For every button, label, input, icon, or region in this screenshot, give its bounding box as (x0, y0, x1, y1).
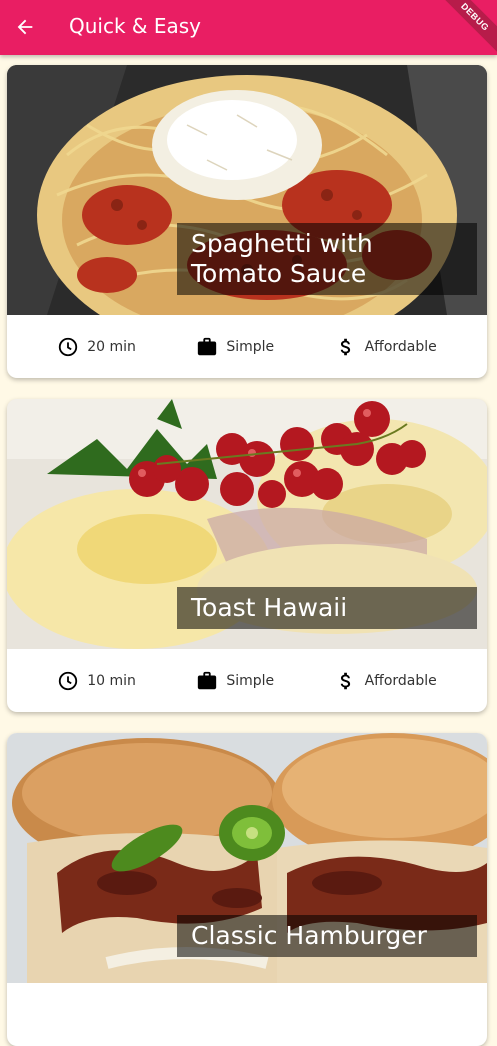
complexity-label: Simple (226, 672, 275, 689)
affordability-label: Affordable (364, 672, 437, 689)
affordability-info: Affordable (335, 336, 437, 358)
duration-label: 10 min (87, 672, 136, 689)
duration-label: 20 min (87, 338, 136, 355)
complexity-info: Simple (196, 336, 274, 358)
affordability-info: Affordable (335, 670, 437, 692)
meal-title: Toast Hawaii (177, 587, 477, 629)
meal-image-spaghetti: Spaghetti with Tomato Sauce (7, 65, 487, 315)
meal-card-toast-hawaii[interactable]: Toast Hawaii 10 min Simple Affordable (7, 399, 487, 712)
schedule-icon (59, 337, 78, 356)
attach-money-icon (340, 672, 350, 689)
back-button[interactable] (10, 12, 40, 42)
work-icon (198, 337, 217, 355)
debug-banner: DEBUG (437, 0, 497, 55)
arrow-back-icon (17, 19, 33, 35)
meal-image-toast-hawaii: Toast Hawaii (7, 399, 487, 649)
attach-money-icon (340, 338, 350, 355)
work-icon (198, 671, 217, 689)
meal-image-classic-hamburger: Classic Hamburger (7, 733, 487, 983)
meal-title: Spaghetti with Tomato Sauce (177, 223, 477, 295)
complexity-label: Simple (226, 338, 275, 355)
meal-meta-row: 20 min Simple Affordable (7, 315, 487, 378)
duration-info: 20 min (57, 336, 136, 358)
app-bar: Quick & Easy DEBUG (0, 0, 497, 55)
page-title: Quick & Easy (69, 14, 202, 38)
schedule-icon (59, 671, 78, 690)
meal-meta-row: 10 min Simple Affordable (7, 649, 487, 712)
meal-card-classic-hamburger[interactable]: Classic Hamburger (7, 733, 487, 1046)
meal-title: Classic Hamburger (177, 915, 477, 957)
meal-card-spaghetti[interactable]: Spaghetti with Tomato Sauce 20 min Simpl… (7, 65, 487, 378)
affordability-label: Affordable (364, 338, 437, 355)
duration-info: 10 min (57, 670, 136, 692)
complexity-info: Simple (196, 670, 274, 692)
